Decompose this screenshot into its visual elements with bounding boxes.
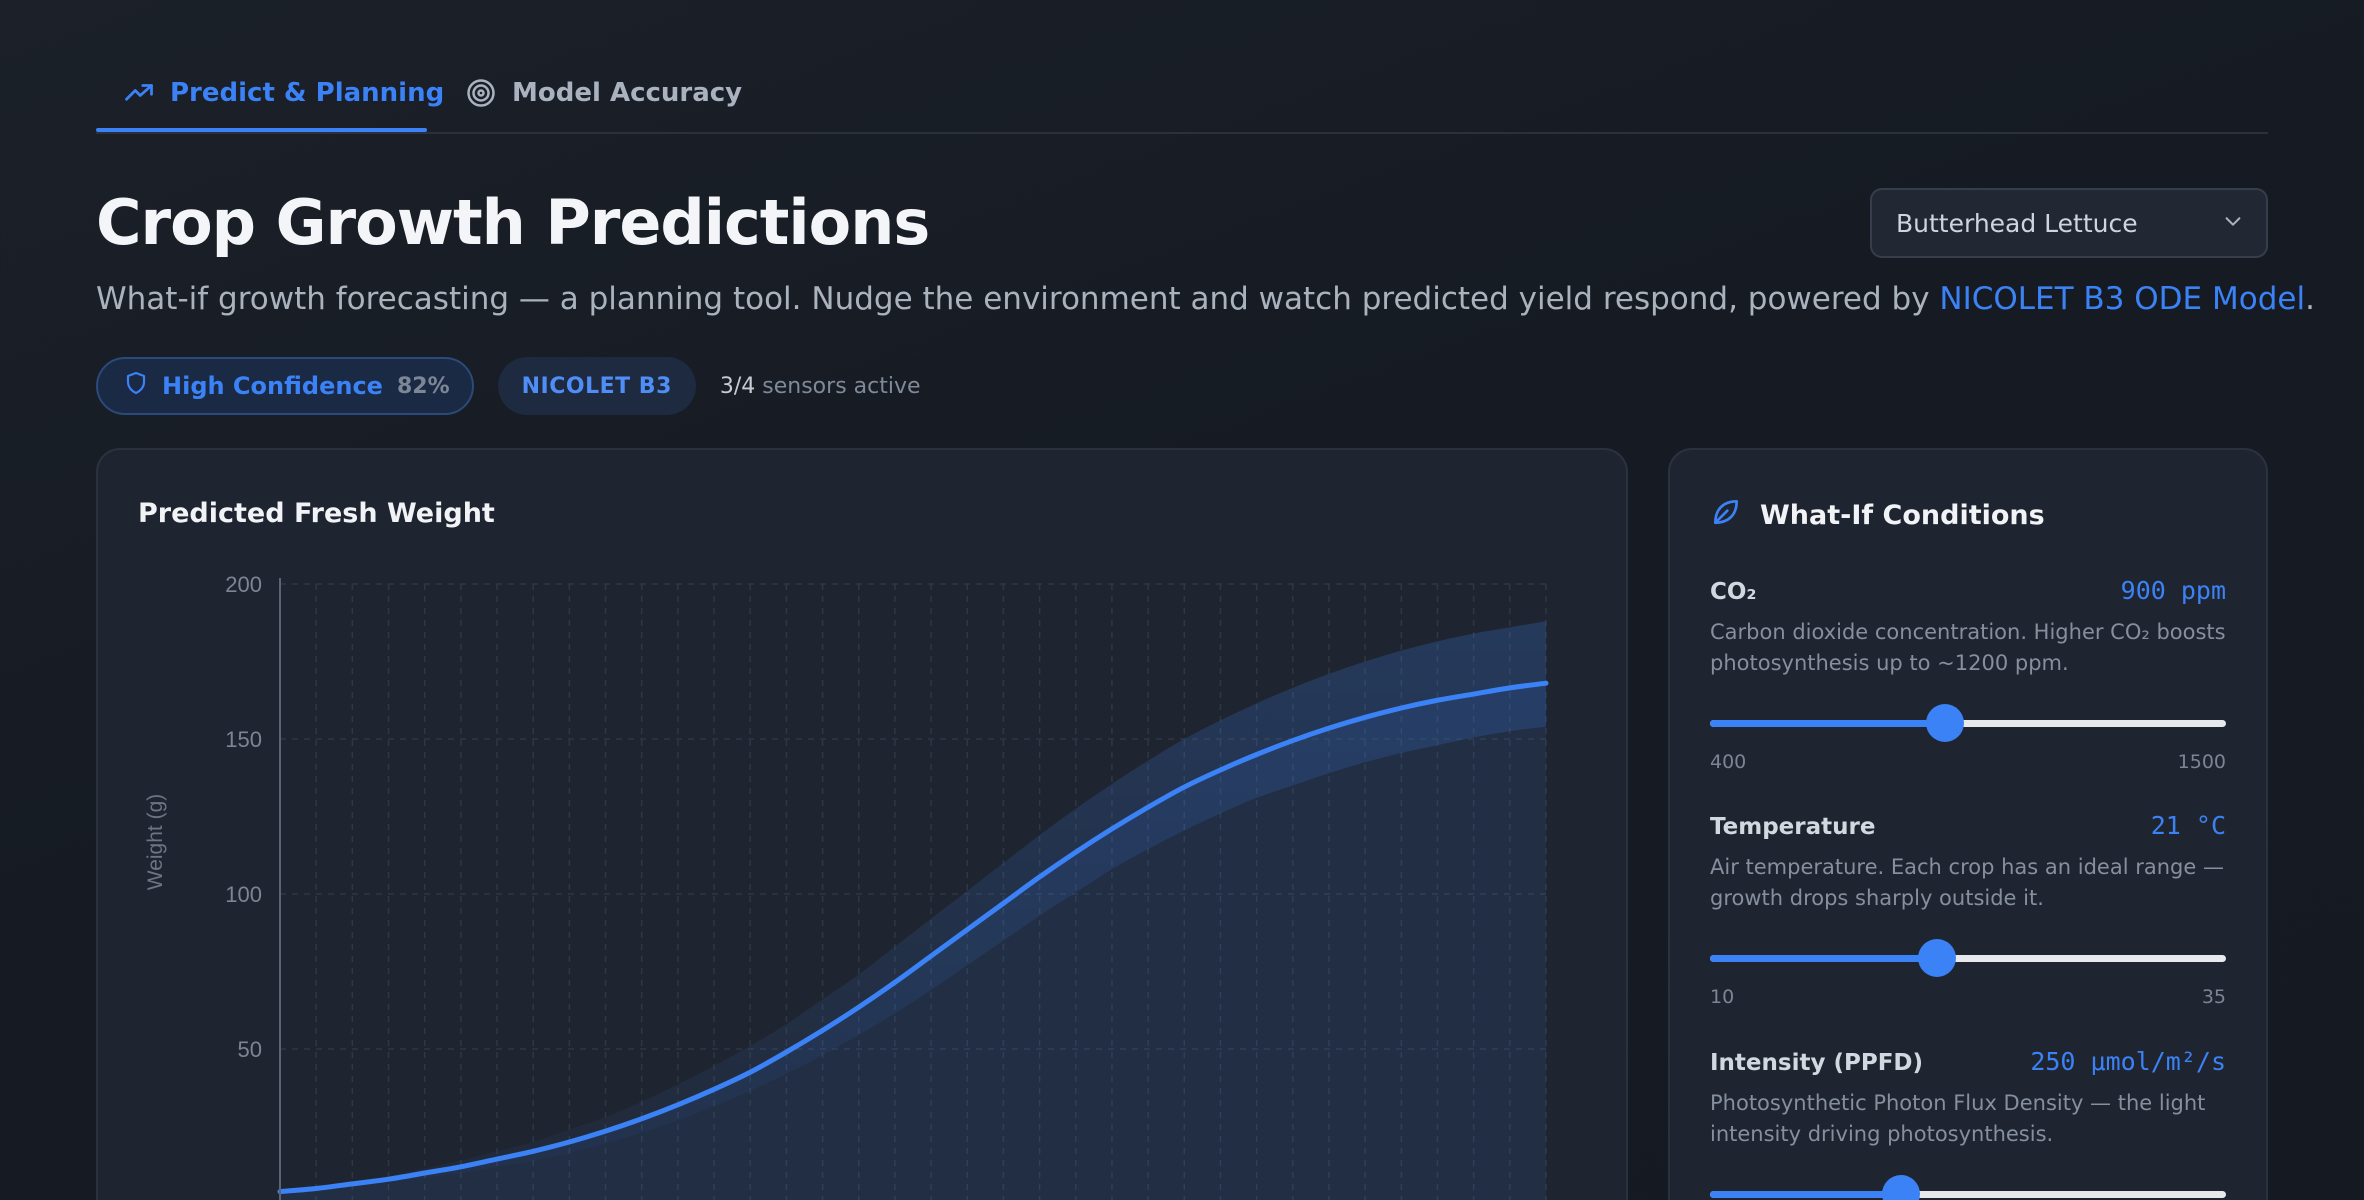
y-tick-label: 100: [225, 882, 262, 907]
param-description: Air temperature. Each crop has an ideal …: [1710, 855, 2224, 910]
target-icon: [466, 78, 496, 108]
slider-range: 400 1500: [1710, 751, 2226, 773]
subtitle-end: .: [2305, 281, 2315, 317]
leaf-icon: [1710, 496, 1742, 535]
tab-label: Model Accuracy: [512, 78, 743, 108]
slider-min: 400: [1710, 751, 1747, 773]
active-tab-indicator: [96, 128, 427, 132]
param-co2: CO₂ 900 ppm Carbon dioxide concentration…: [1710, 576, 2226, 773]
slider-fill: [1710, 720, 1945, 727]
slider-max: 1500: [2177, 751, 2226, 773]
crop-select-value: Butterhead Lettuce: [1896, 208, 2138, 238]
param-description: Photosynthetic Photon Flux Density — the…: [1710, 1091, 2206, 1146]
chevron-down-icon: [2222, 209, 2244, 238]
slider-thumb[interactable]: [1918, 939, 1957, 977]
page-subtitle: What-if growth forecasting — a planning …: [96, 281, 2315, 317]
what-if-title: What-If Conditions: [1760, 500, 2045, 531]
what-if-header: What-If Conditions: [1710, 496, 2045, 535]
slider-fill: [1710, 1191, 1901, 1198]
slider-fill: [1710, 955, 1938, 962]
page-title: Crop Growth Predictions: [96, 186, 930, 259]
prediction-chart-card: 200 150 100 50 Weight (g) Predicted Fresh W…: [96, 448, 1628, 1200]
subtitle-text: What-if growth forecasting — a planning …: [96, 281, 1940, 317]
tab-bar: Predict & Planning Model Accuracy: [96, 0, 2268, 134]
confidence-label: High Confidence: [162, 372, 383, 400]
what-if-card: What-If Conditions CO₂ 900 ppm Carbon di…: [1668, 448, 2268, 1200]
param-description: Carbon dioxide concentration. Higher CO₂…: [1710, 620, 2226, 675]
sensors-label: sensors active: [762, 373, 921, 399]
crop-select[interactable]: Butterhead Lettuce: [1870, 188, 2268, 258]
param-value: 900 ppm: [2120, 576, 2226, 605]
fresh-weight-chart: 200 150 100 50 Weight (g): [144, 572, 1549, 1200]
intensity-slider[interactable]: [1710, 1174, 2226, 1200]
tab-label: Predict & Planning: [170, 78, 445, 108]
slider-range: 10 35: [1710, 986, 2226, 1008]
param-temperature: Temperature 21 °C Air temperature. Each …: [1710, 811, 2226, 1008]
slider-min: 10: [1710, 986, 1735, 1008]
param-name: Intensity (PPFD): [1710, 1050, 1924, 1076]
slider-thumb[interactable]: [1881, 1175, 1920, 1200]
y-tick-label: 200: [225, 572, 262, 597]
param-name: Temperature: [1710, 814, 1876, 840]
slider-thumb[interactable]: [1925, 704, 1964, 742]
shield-icon: [124, 370, 148, 402]
tab-model-accuracy[interactable]: Model Accuracy: [466, 68, 742, 118]
confidence-percent: 82%: [396, 373, 450, 399]
app-root: Predict & Planning Model Accuracy Crop G…: [96, 0, 2315, 1200]
slider-max: 35: [2201, 986, 2226, 1008]
co2-slider[interactable]: [1710, 703, 2226, 743]
param-intensity: Intensity (PPFD) 250 μmol/m²/s Photosynt…: [1710, 1047, 2226, 1200]
param-value: 250 μmol/m²/s: [2030, 1047, 2226, 1076]
sensors-count: 3/4: [719, 373, 756, 399]
param-value: 21 °C: [2150, 811, 2226, 840]
param-name: CO₂: [1710, 579, 1757, 605]
model-link[interactable]: NICOLET B3 ODE Model: [1939, 281, 2305, 317]
model-badge: NICOLET B3: [497, 357, 696, 415]
status-badges: High Confidence 82% NICOLET B3 3/4 senso…: [96, 357, 921, 415]
trending-up-icon: [124, 78, 154, 108]
tab-predict-planning[interactable]: Predict & Planning: [124, 68, 444, 118]
chart-title: Predicted Fresh Weight: [138, 498, 495, 529]
y-tick-label: 50: [238, 1037, 262, 1062]
temperature-slider[interactable]: [1710, 938, 2226, 978]
y-axis-label: Weight (g): [144, 794, 167, 890]
confidence-badge: High Confidence 82%: [96, 357, 474, 415]
y-tick-label: 150: [225, 727, 262, 752]
sensors-status: 3/4 sensors active: [720, 374, 921, 399]
